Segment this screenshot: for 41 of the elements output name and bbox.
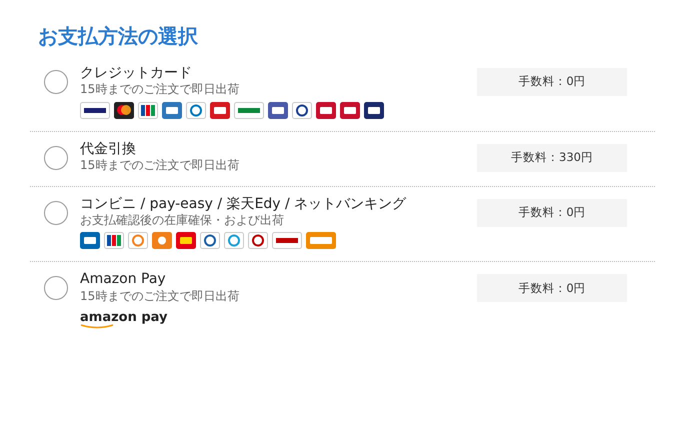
shipping-note: お支払確認後の在庫確保・および出荷 [80,212,285,228]
method-name: Amazon Pay [80,270,167,289]
logo-text: amazon pay [80,311,168,324]
payment-brand-icon [104,232,124,250]
payment-brand-icon [200,232,220,250]
payment-brand-icon [268,102,288,119]
payment-brand-icon [234,102,264,119]
payment-brand-icon [152,232,172,250]
payment-brand-icon [162,102,182,119]
method-name: 代金引換 [80,140,137,158]
payment-brand-icon [128,232,148,250]
payment-brand-icon [316,102,336,119]
radio-button[interactable] [44,200,68,225]
payment-brand-icon [80,232,100,250]
smile-icon [80,324,114,330]
payment-brand-icon [248,232,268,250]
fee-label: 手数料：0円 [477,68,627,96]
radio-button[interactable] [44,146,68,170]
payment-brand-icon [80,102,110,119]
payment-brand-icon [272,232,302,250]
fee-label: 手数料：0円 [477,274,627,302]
radio-button[interactable] [44,276,68,300]
payment-brand-icon [306,232,336,250]
shipping-note: 15時までのご注文で即日出荷 [80,288,240,304]
shipping-note: 15時までのご注文で即日出荷 [80,82,240,98]
payment-brand-icon [176,232,196,250]
payment-brand-icon [114,102,134,119]
payment-brand-icon [224,232,244,250]
fee-label: 手数料：0円 [477,198,627,227]
shipping-note: 15時までのご注文で即日出荷 [80,158,240,174]
payment-brand-icon [340,102,360,119]
payment-brand-icon [138,102,158,119]
fee-label: 手数料：330円 [477,144,627,172]
payment-brand-icon [186,102,206,119]
page-title: お支払方法の選択 [38,24,199,48]
payment-brand-icon [210,102,230,119]
radio-button[interactable] [44,70,68,94]
method-name: クレジットカード [80,64,193,82]
payment-brand-icon [292,102,312,119]
method-name: コンビニ / pay-easy / 楽天Edy / ネットバンキング [80,194,408,213]
payment-brand-icon [364,102,384,119]
